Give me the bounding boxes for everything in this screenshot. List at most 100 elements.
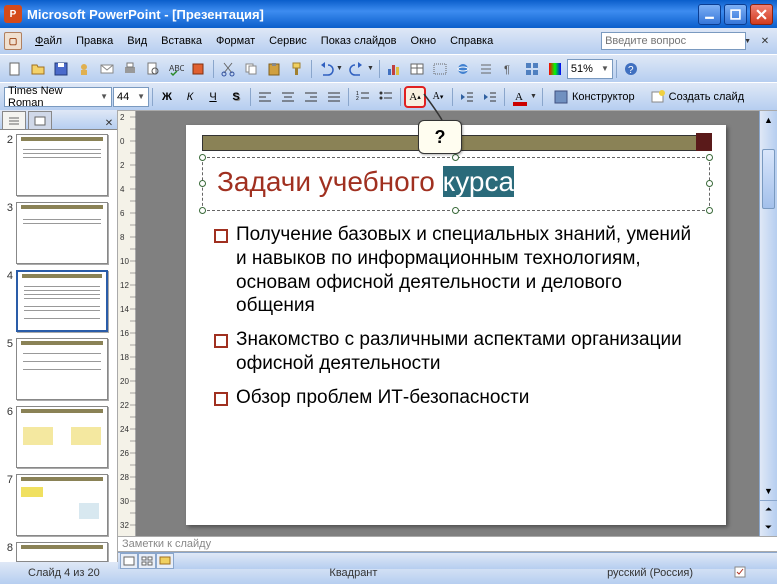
bullet-item[interactable]: Получение базовых и специальных знаний, … [214,223,702,318]
scroll-up-icon[interactable]: ▲ [760,111,777,129]
menu-file[interactable]: Файл [28,33,69,49]
align-center-icon[interactable] [277,86,299,108]
prev-slide-icon[interactable]: ⏶ [760,500,777,518]
close-button[interactable] [750,4,773,25]
increase-indent-icon[interactable] [479,86,501,108]
font-size-combo[interactable]: 44▼ [113,87,149,107]
font-color-dropdown[interactable]: ▼ [530,93,539,100]
maximize-button[interactable] [724,4,747,25]
menu-slideshow[interactable]: Показ слайдов [314,33,404,49]
decrease-font-icon[interactable]: A▾ [427,86,449,108]
help-dropdown-icon[interactable]: ▼ [744,38,753,45]
slide[interactable]: Задачи учебного курса Получение базовых … [186,125,726,525]
increase-font-icon[interactable]: A▴ [404,86,426,108]
scroll-down-icon[interactable]: ▼ [760,482,777,500]
scroll-thumb[interactable] [762,149,775,209]
redo-dropdown[interactable]: ▼ [367,65,376,72]
thumbnail-3[interactable] [16,202,108,264]
menu-tools[interactable]: Сервис [262,33,314,49]
app-menu-icon[interactable]: ▢ [4,32,22,50]
align-left-icon[interactable] [254,86,276,108]
font-name-combo[interactable]: Times New Roman▼ [4,87,112,107]
tables-borders-icon[interactable] [429,58,451,80]
menu-window[interactable]: Окно [404,33,444,49]
paste-icon[interactable] [263,58,285,80]
thumbnail-6[interactable] [16,406,108,468]
permission-icon[interactable] [73,58,95,80]
format-painter-icon[interactable] [286,58,308,80]
show-formatting-icon[interactable]: ¶ [498,58,520,80]
thumbnail-5[interactable] [16,338,108,400]
slide-body[interactable]: Получение базовых и специальных знаний, … [214,223,702,419]
underline-icon[interactable]: Ч [202,86,224,108]
pane-close-icon[interactable]: ✕ [101,118,117,129]
title-placeholder[interactable]: Задачи учебного курса [202,157,710,211]
slideshow-view-icon[interactable] [156,553,174,569]
spellcheck-icon[interactable]: ABC [165,58,187,80]
thumbnail-4[interactable] [16,270,108,332]
email-icon[interactable] [96,58,118,80]
minimize-button[interactable] [698,4,721,25]
copy-icon[interactable] [240,58,262,80]
formatting-toolbar: Times New Roman▼ 44▼ Ж К Ч S 12 A▴ A▾ A▼… [0,82,777,110]
vertical-ruler[interactable]: 202468101214161820222426283032 [118,111,136,536]
designer-button[interactable]: Конструктор [546,86,642,108]
vertical-scrollbar[interactable]: ▲ ▼ ⏶ ⏷ [759,111,777,536]
svg-text:28: 28 [120,473,129,482]
help-search-input[interactable] [601,32,746,50]
help-icon[interactable]: ? [620,58,642,80]
distributed-icon[interactable] [323,86,345,108]
menu-help[interactable]: Справка [443,33,500,49]
align-right-icon[interactable] [300,86,322,108]
sorter-view-icon[interactable] [138,553,156,569]
chart-icon[interactable] [383,58,405,80]
doc-close-button[interactable]: ✕ [757,34,773,48]
bullet-list-icon[interactable] [375,86,397,108]
menu-edit[interactable]: Правка [69,33,120,49]
status-spellcheck-icon[interactable] [713,565,769,582]
redo-icon[interactable] [346,58,368,80]
table-icon[interactable] [406,58,428,80]
notes-pane[interactable]: Заметки к слайду [118,536,777,552]
normal-view-icon[interactable] [120,553,138,569]
window-title: Microsoft PowerPoint - [Презентация] [27,7,698,22]
menu-insert[interactable]: Вставка [154,33,209,49]
bullet-item[interactable]: Знакомство с различными аспектами органи… [214,328,702,376]
print-icon[interactable] [119,58,141,80]
undo-icon[interactable] [315,58,337,80]
slides-tab[interactable] [28,111,52,129]
grid-icon[interactable] [521,58,543,80]
outline-tab[interactable] [2,111,26,129]
slide-title[interactable]: Задачи учебного курса [203,158,709,207]
research-icon[interactable] [188,58,210,80]
thumbnail-list[interactable]: 2 3 4 5 6 7 8 [0,130,117,562]
title-part1: Задачи учебного [217,166,443,197]
menu-format[interactable]: Формат [209,33,262,49]
decrease-indent-icon[interactable] [456,86,478,108]
thumbnail-8[interactable] [16,542,108,562]
thumb-number: 7 [2,474,16,536]
save-icon[interactable] [50,58,72,80]
menu-view[interactable]: Вид [120,33,154,49]
color-icon[interactable] [544,58,566,80]
italic-icon[interactable]: К [179,86,201,108]
next-slide-icon[interactable]: ⏷ [760,518,777,536]
open-icon[interactable] [27,58,49,80]
numbered-list-icon[interactable]: 12 [352,86,374,108]
new-icon[interactable] [4,58,26,80]
thumbnail-pane: ✕ 2 3 4 5 6 7 8 [0,110,118,562]
slide-canvas[interactable]: Задачи учебного курса Получение базовых … [136,111,759,536]
status-language[interactable]: русский (Россия) [587,567,713,579]
hyperlink-icon[interactable] [452,58,474,80]
expand-all-icon[interactable] [475,58,497,80]
cut-icon[interactable] [217,58,239,80]
preview-icon[interactable] [142,58,164,80]
shadow-icon[interactable]: S [225,86,247,108]
bullet-item[interactable]: Обзор проблем ИТ-безопасности [214,386,702,410]
undo-dropdown[interactable]: ▼ [336,65,345,72]
zoom-combo[interactable]: 51%▼ [567,59,613,79]
bold-icon[interactable]: Ж [156,86,178,108]
thumbnail-2[interactable] [16,134,108,196]
thumbnail-7[interactable] [16,474,108,536]
new-slide-button[interactable]: Создать слайд [643,86,751,108]
